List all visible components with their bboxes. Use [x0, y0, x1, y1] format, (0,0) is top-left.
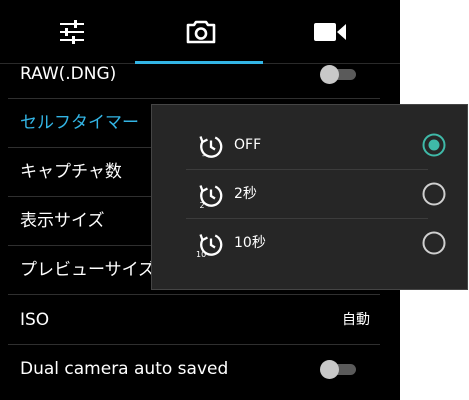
setting-label: プレビューサイズ — [20, 260, 156, 280]
raw-toggle[interactable] — [320, 65, 356, 84]
timer-icon: 2 — [199, 185, 223, 210]
setting-label: キャプチャ数 — [20, 162, 122, 182]
setting-iso[interactable]: ISO 自動 — [0, 296, 400, 345]
setting-label: RAW(.DNG) — [20, 64, 117, 84]
video-camera-icon — [314, 23, 346, 41]
setting-label: セルフタイマー — [20, 113, 139, 133]
sliders-icon — [60, 20, 84, 44]
timer-option-2s[interactable]: 2 2秒 — [186, 170, 446, 219]
svg-text:2: 2 — [200, 201, 205, 210]
dual-camera-toggle[interactable] — [320, 360, 356, 379]
setting-label: Dual camera auto saved — [20, 359, 229, 379]
radio-selected[interactable] — [422, 133, 446, 157]
self-timer-dialog: - OFF 2 2秒 10 10秒 — [151, 104, 468, 290]
timer-option-label: OFF — [234, 137, 262, 153]
setting-dual-camera[interactable]: Dual camera auto saved — [0, 345, 400, 394]
setting-raw-dng[interactable]: RAW(.DNG) — [0, 50, 400, 99]
row-divider — [8, 294, 380, 295]
svg-text:10: 10 — [196, 250, 206, 259]
radio-unselected[interactable] — [422, 231, 446, 255]
timer-option-label: 10秒 — [234, 235, 266, 251]
toggle-thumb — [320, 360, 339, 379]
timer-icon: 10 — [196, 234, 223, 259]
setting-label: 表示サイズ — [20, 211, 105, 231]
radio-unselected[interactable] — [422, 182, 446, 206]
svg-text:-: - — [202, 151, 205, 160]
camera-icon — [186, 20, 216, 44]
timer-icon: - — [199, 136, 223, 160]
iso-value: 自動 — [342, 312, 370, 328]
toggle-thumb — [320, 65, 339, 84]
timer-option-label: 2秒 — [234, 186, 257, 202]
timer-option-10s[interactable]: 10 10秒 — [186, 219, 446, 268]
timer-option-off[interactable]: - OFF — [186, 121, 446, 170]
setting-label: ISO — [20, 310, 50, 330]
